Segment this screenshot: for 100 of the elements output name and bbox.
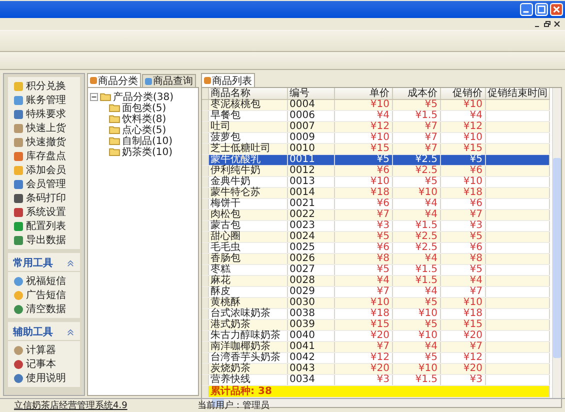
- tree-item[interactable]: 奶茶类(10): [90, 146, 196, 157]
- table-cell: ¥6: [440, 198, 485, 210]
- table-cell: 伊利纯牛奶: [208, 166, 287, 176]
- tile-icon: [14, 304, 23, 314]
- tile-icon: [14, 374, 23, 382]
- column-header[interactable]: 单价: [334, 88, 392, 100]
- tile-icon: [14, 360, 23, 368]
- table-cell: 台式浓味奶茶: [208, 308, 287, 320]
- table-cell: ¥2.5: [392, 166, 440, 176]
- table-cell: ¥12: [334, 122, 392, 132]
- sidebar-item[interactable]: 计算器: [8, 343, 80, 357]
- sidebar-item[interactable]: 会员管理: [8, 177, 80, 191]
- table-cell: ¥10: [392, 364, 440, 374]
- table-cell: ¥4: [392, 254, 440, 264]
- table-cell: 0013: [287, 176, 334, 188]
- maximize-icon[interactable]: [535, 3, 548, 16]
- table-cell: ¥20: [440, 330, 485, 342]
- sidebar-item[interactable]: 配置列表: [8, 219, 80, 233]
- table-cell: ¥4: [392, 342, 440, 352]
- table-cell: ¥5: [392, 298, 440, 308]
- table-cell: 0026: [287, 254, 334, 264]
- table-cell: 0040: [287, 330, 334, 342]
- table-cell: 0038: [287, 308, 334, 320]
- table-cell: ¥7: [334, 342, 392, 352]
- table-cell: ¥4: [392, 286, 440, 298]
- table-cell: ¥1.5: [392, 220, 440, 232]
- tree-item[interactable]: 自制品(10): [90, 135, 196, 146]
- status-text: 当前用户：管理员: [197, 400, 270, 412]
- tab[interactable]: 商品列表: [201, 73, 255, 87]
- tab[interactable]: 商品查询: [142, 74, 196, 87]
- sidebar-item[interactable]: 记事本: [8, 357, 80, 371]
- table-cell: 0042: [287, 352, 334, 364]
- sidebar-item[interactable]: 快速撤货: [8, 135, 80, 149]
- sidebar-item[interactable]: 快速上货: [8, 121, 80, 135]
- table-cell: ¥2.5: [392, 242, 440, 254]
- table-cell: 金典牛奶: [208, 176, 287, 188]
- tile-icon: [14, 82, 23, 90]
- column-header[interactable]: 促销价: [440, 88, 485, 100]
- tile-icon: [14, 236, 23, 244]
- table-cell: ¥12: [334, 352, 392, 364]
- group-header[interactable]: 常用工具: [8, 255, 80, 272]
- tile-icon: [14, 208, 23, 216]
- sidebar-item[interactable]: 条码打印: [8, 191, 80, 205]
- collapse-icon[interactable]: [67, 328, 74, 336]
- sidebar-item[interactable]: 广告短信: [8, 288, 80, 302]
- table-cell: ¥15: [440, 144, 485, 154]
- sidebar-item[interactable]: 使用说明: [8, 371, 80, 385]
- table-cell: 0007: [287, 122, 334, 132]
- table-cell: ¥1.5: [392, 110, 440, 122]
- sidebar-item[interactable]: 系统设置: [8, 205, 80, 219]
- column-header[interactable]: 促销结束时间: [485, 88, 549, 100]
- table-cell: 0004: [287, 100, 334, 110]
- table-cell: ¥6: [334, 242, 392, 254]
- table-cell: 蒙牛优酸乳: [208, 154, 287, 166]
- close-icon[interactable]: [553, 20, 561, 28]
- tree-item[interactable]: 面包类(5): [90, 102, 196, 113]
- vertical-scrollbar[interactable]: [552, 88, 561, 398]
- table-cell: ¥3: [334, 374, 392, 386]
- table-cell: ¥7: [392, 132, 440, 144]
- tile-icon: [14, 346, 23, 354]
- sidebar-item[interactable]: 添加会员: [8, 163, 80, 177]
- table-cell: ¥18: [440, 188, 485, 198]
- collapse-icon[interactable]: [90, 92, 98, 100]
- tree-item[interactable]: 产品分类(38): [90, 91, 196, 102]
- tree-item[interactable]: 饮料类(8): [90, 113, 196, 124]
- table-cell: 梅饼干: [208, 198, 287, 210]
- table-cell: 香肠包: [208, 254, 287, 264]
- sidebar-item[interactable]: 祝福短信: [8, 274, 80, 288]
- restore-icon[interactable]: [543, 20, 551, 28]
- minimize-icon[interactable]: [520, 3, 533, 16]
- table-cell: ¥3: [440, 374, 485, 386]
- table-cell: ¥6: [334, 166, 392, 176]
- sidebar-item[interactable]: 清空数据: [8, 302, 80, 316]
- table-cell: ¥18: [334, 188, 392, 198]
- column-header[interactable]: 成本价: [392, 88, 440, 100]
- table-cell: ¥5: [392, 176, 440, 188]
- table-cell: 蒙古包: [208, 220, 287, 232]
- table-cell: ¥5: [440, 154, 485, 166]
- sidebar-item[interactable]: 积分兑换: [8, 79, 80, 93]
- column-header[interactable]: 编号: [287, 88, 334, 100]
- table-cell: ¥10: [334, 176, 392, 188]
- sidebar-item[interactable]: 导出数据: [8, 233, 80, 247]
- tab[interactable]: 商品分类: [87, 73, 141, 87]
- table-cell: 肉松包: [208, 210, 287, 220]
- table-cell: ¥10: [440, 176, 485, 188]
- column-header[interactable]: 商品名称: [208, 88, 287, 100]
- tree-item[interactable]: 点心类(5): [90, 124, 196, 135]
- group-header[interactable]: 辅助工具: [8, 324, 80, 341]
- table-cell: ¥7: [440, 286, 485, 298]
- table-cell: ¥7: [334, 286, 392, 298]
- table-cell: 0039: [287, 320, 334, 330]
- table-cell: ¥10: [334, 100, 392, 110]
- collapse-icon[interactable]: [67, 260, 74, 266]
- sidebar-item[interactable]: 账务管理: [8, 93, 80, 107]
- table-cell: ¥10: [334, 298, 392, 308]
- sidebar-item[interactable]: 特殊要求: [8, 107, 80, 121]
- table-cell: ¥4: [334, 110, 392, 122]
- table-cell: ¥5: [392, 352, 440, 364]
- table-cell: ¥6: [334, 198, 392, 210]
- sidebar-item[interactable]: 库存盘点: [8, 149, 80, 163]
